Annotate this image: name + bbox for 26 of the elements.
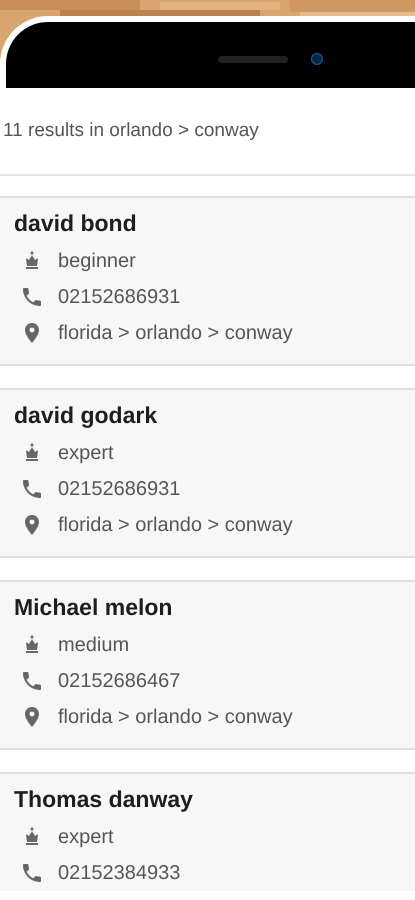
phone-icon bbox=[20, 669, 44, 693]
listing-card[interactable]: david godark expert 02152686931 florida > orlando > conway bbox=[0, 388, 415, 558]
phone-number: 02152686931 bbox=[58, 286, 180, 308]
location-path: florida > orlando > conway bbox=[58, 706, 293, 728]
camera-icon bbox=[311, 53, 323, 65]
phone-icon bbox=[20, 477, 44, 501]
person-name: Thomas danway bbox=[14, 786, 194, 813]
listing-card[interactable]: Michael melon medium 02152686467 florida > orlando > conway bbox=[0, 580, 415, 750]
location-path: florida > orlando > conway bbox=[58, 514, 293, 536]
phone-icon bbox=[20, 285, 44, 309]
person-name: david bond bbox=[14, 210, 138, 237]
speaker-icon bbox=[218, 56, 288, 63]
phone-number: 02152686467 bbox=[58, 670, 180, 692]
skill-level: expert bbox=[58, 826, 114, 848]
listing-card[interactable]: david bond beginner 02152686931 florida > orlando > conway bbox=[0, 196, 415, 366]
phone-number: 02152384933 bbox=[58, 862, 180, 884]
listing-card[interactable]: Thomas danway expert 02152384933 bbox=[0, 772, 415, 891]
results-count: 11 results in orlando > conway bbox=[3, 120, 259, 142]
skill-level: expert bbox=[58, 442, 114, 464]
location-path: florida > orlando > conway bbox=[58, 322, 293, 344]
skill-level: beginner bbox=[58, 250, 136, 272]
phone-icon bbox=[20, 861, 44, 885]
skill-level: medium bbox=[58, 634, 130, 656]
phone-number: 02152686931 bbox=[58, 478, 180, 500]
person-name: Michael melon bbox=[14, 594, 174, 621]
person-name: david godark bbox=[14, 402, 158, 429]
